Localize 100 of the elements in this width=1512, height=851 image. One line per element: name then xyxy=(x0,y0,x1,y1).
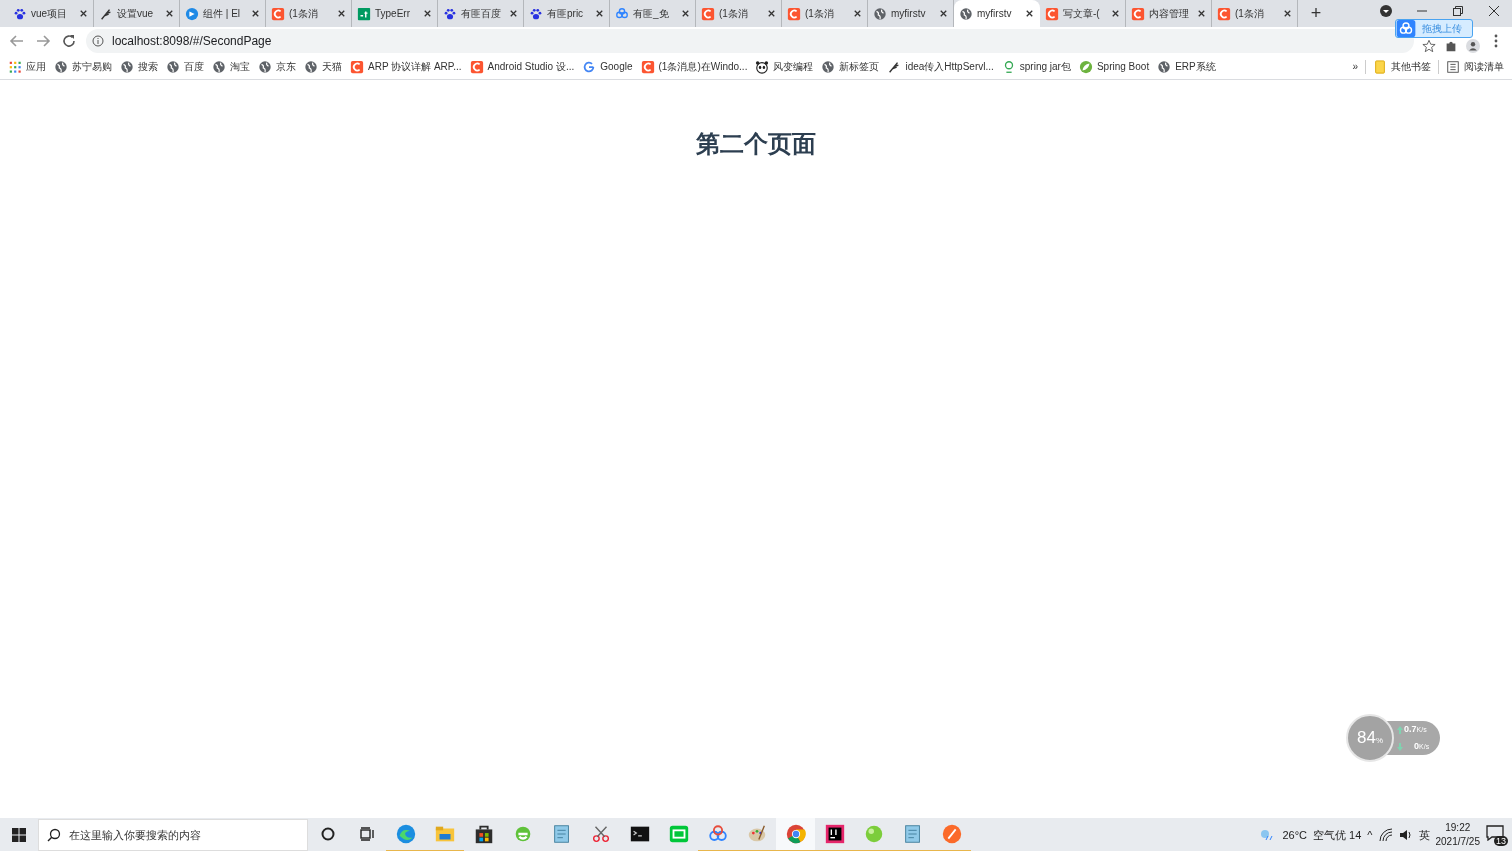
bookmark[interactable]: 淘宝 xyxy=(208,55,254,78)
bookmark[interactable]: 风变编程 xyxy=(751,55,818,78)
apps-grid-icon xyxy=(8,59,22,74)
c-logo-icon xyxy=(701,6,715,21)
bookmark[interactable]: 搜索 xyxy=(116,55,162,78)
globe-icon xyxy=(873,6,887,21)
browser-tab[interactable]: 有匪百度 xyxy=(438,0,524,27)
browser-tab[interactable]: TypeErr xyxy=(352,0,438,27)
bookmark[interactable]: 新标签页 xyxy=(817,55,884,78)
temperature-text[interactable]: 26°C xyxy=(1282,829,1308,841)
c-logo-icon xyxy=(1045,6,1059,21)
list-icon xyxy=(1446,59,1460,74)
c-logo-icon xyxy=(469,59,484,74)
browser-tab[interactable]: vue项目 xyxy=(8,0,94,27)
bookmark-folder[interactable]: 其他书签 xyxy=(1369,55,1435,78)
upload-label: 拖拽上传 xyxy=(1422,21,1462,36)
c-logo-icon xyxy=(787,6,801,21)
close-icon[interactable] xyxy=(164,8,175,19)
url-text: localhost:8098/#/SecondPage xyxy=(112,33,272,48)
pen-logo-icon xyxy=(940,823,963,845)
profile-icon[interactable] xyxy=(1466,38,1480,53)
task-view-icon xyxy=(358,827,375,841)
clock-time[interactable]: 19:22 xyxy=(1445,821,1471,835)
bookmark[interactable]: 苏宁易购 xyxy=(50,55,116,78)
browser-tab[interactable]: (1条消 xyxy=(696,0,782,27)
minimize-icon xyxy=(1417,10,1427,12)
browser-tab[interactable]: 内容管理 xyxy=(1126,0,1212,27)
bookmark[interactable]: 京东 xyxy=(254,55,300,78)
bookmark[interactable]: Android Studio 设... xyxy=(465,55,579,78)
browser-tab[interactable]: (1条消 xyxy=(1212,0,1298,27)
folder-icon xyxy=(1373,59,1387,74)
close-icon[interactable] xyxy=(1024,8,1035,19)
browser-tab[interactable]: myfirstv xyxy=(954,0,1040,27)
close-icon[interactable] xyxy=(766,8,777,19)
star-icon[interactable] xyxy=(1422,38,1436,53)
browser-tab[interactable]: 写文章-( xyxy=(1040,0,1126,27)
cloud-icon xyxy=(615,6,629,21)
browser-tab[interactable]: 有匪_免 xyxy=(610,0,696,27)
bookmark[interactable]: ARP 协议详解 ARP... xyxy=(346,55,466,78)
bookmark[interactable]: 百度 xyxy=(162,55,208,78)
tray-expand-button[interactable]: ^ xyxy=(1367,829,1373,841)
close-icon[interactable] xyxy=(594,8,605,19)
network-icon[interactable] xyxy=(1378,828,1393,842)
globe-icon xyxy=(166,59,180,74)
c-logo-icon xyxy=(271,6,285,21)
taskbar-search-field[interactable]: 在这里输入你要搜索的内容 xyxy=(38,819,308,851)
input-method-indicator[interactable]: 英 xyxy=(1418,827,1430,843)
close-icon[interactable] xyxy=(250,8,261,19)
bookmark[interactable]: Google xyxy=(578,55,637,78)
circle-icon xyxy=(320,827,335,841)
close-icon[interactable] xyxy=(336,8,347,19)
bookmark[interactable]: 天猫 xyxy=(300,55,346,78)
c-logo-icon xyxy=(1217,6,1231,21)
close-icon[interactable] xyxy=(508,8,519,19)
globe-icon xyxy=(212,59,226,74)
close-icon[interactable] xyxy=(1196,8,1207,19)
speaker-icon[interactable] xyxy=(1398,828,1413,842)
bookmark[interactable]: (1条消息)在Windo... xyxy=(636,55,752,78)
down-arrow-icon xyxy=(1397,743,1403,751)
browser-tab[interactable]: (1条消 xyxy=(782,0,868,27)
close-icon xyxy=(1489,6,1499,16)
ide-icon xyxy=(823,823,846,845)
bookmark[interactable]: 应用 xyxy=(4,55,50,78)
bookmark[interactable]: spring jar包 xyxy=(997,55,1075,78)
clock-date[interactable]: 2021/7/25 xyxy=(1435,835,1480,849)
close-icon[interactable] xyxy=(938,8,949,19)
paw-icon xyxy=(529,6,543,21)
new-tab-button[interactable]: + xyxy=(1302,0,1330,27)
close-icon[interactable] xyxy=(852,8,863,19)
globe-icon xyxy=(821,59,836,74)
browser-tab[interactable]: 设置vue xyxy=(94,0,180,27)
leaf-icon xyxy=(1078,59,1093,74)
browser-tab[interactable]: 组件 | El xyxy=(180,0,266,27)
paw-icon xyxy=(13,6,27,21)
windows-logo-icon xyxy=(12,828,26,842)
paw-icon xyxy=(443,6,457,21)
reading-list-button[interactable]: 阅读清单 xyxy=(1442,55,1508,78)
close-icon[interactable] xyxy=(1110,8,1121,19)
address-bar[interactable]: localhost:8098/#/SecondPage xyxy=(86,28,1414,53)
bookmark[interactable]: idea传入HttpServl... xyxy=(883,55,998,78)
search-icon xyxy=(47,828,61,842)
cloud-icon xyxy=(1396,20,1416,37)
more-bookmarks-button[interactable]: » xyxy=(1348,55,1362,78)
globe-icon xyxy=(304,59,318,74)
page-heading: 第二个页面 xyxy=(696,129,816,160)
close-icon[interactable] xyxy=(680,8,691,19)
air-quality-text[interactable]: 空气优 14 xyxy=(1313,827,1362,843)
browser-tab[interactable]: 有匪pric xyxy=(524,0,610,27)
close-icon[interactable] xyxy=(422,8,433,19)
browser-tab[interactable]: (1条消 xyxy=(266,0,352,27)
c-logo-icon xyxy=(1131,6,1145,21)
tv-icon xyxy=(667,823,690,845)
bookmark[interactable]: ERP系统 xyxy=(1153,55,1220,78)
close-icon[interactable] xyxy=(78,8,89,19)
info-icon[interactable] xyxy=(92,34,104,47)
up-arrow-icon xyxy=(1397,726,1403,734)
bookmark[interactable]: Spring Boot xyxy=(1074,55,1154,78)
c-logo-icon xyxy=(640,59,655,74)
close-icon[interactable] xyxy=(1282,8,1293,19)
globe-icon xyxy=(959,6,973,21)
